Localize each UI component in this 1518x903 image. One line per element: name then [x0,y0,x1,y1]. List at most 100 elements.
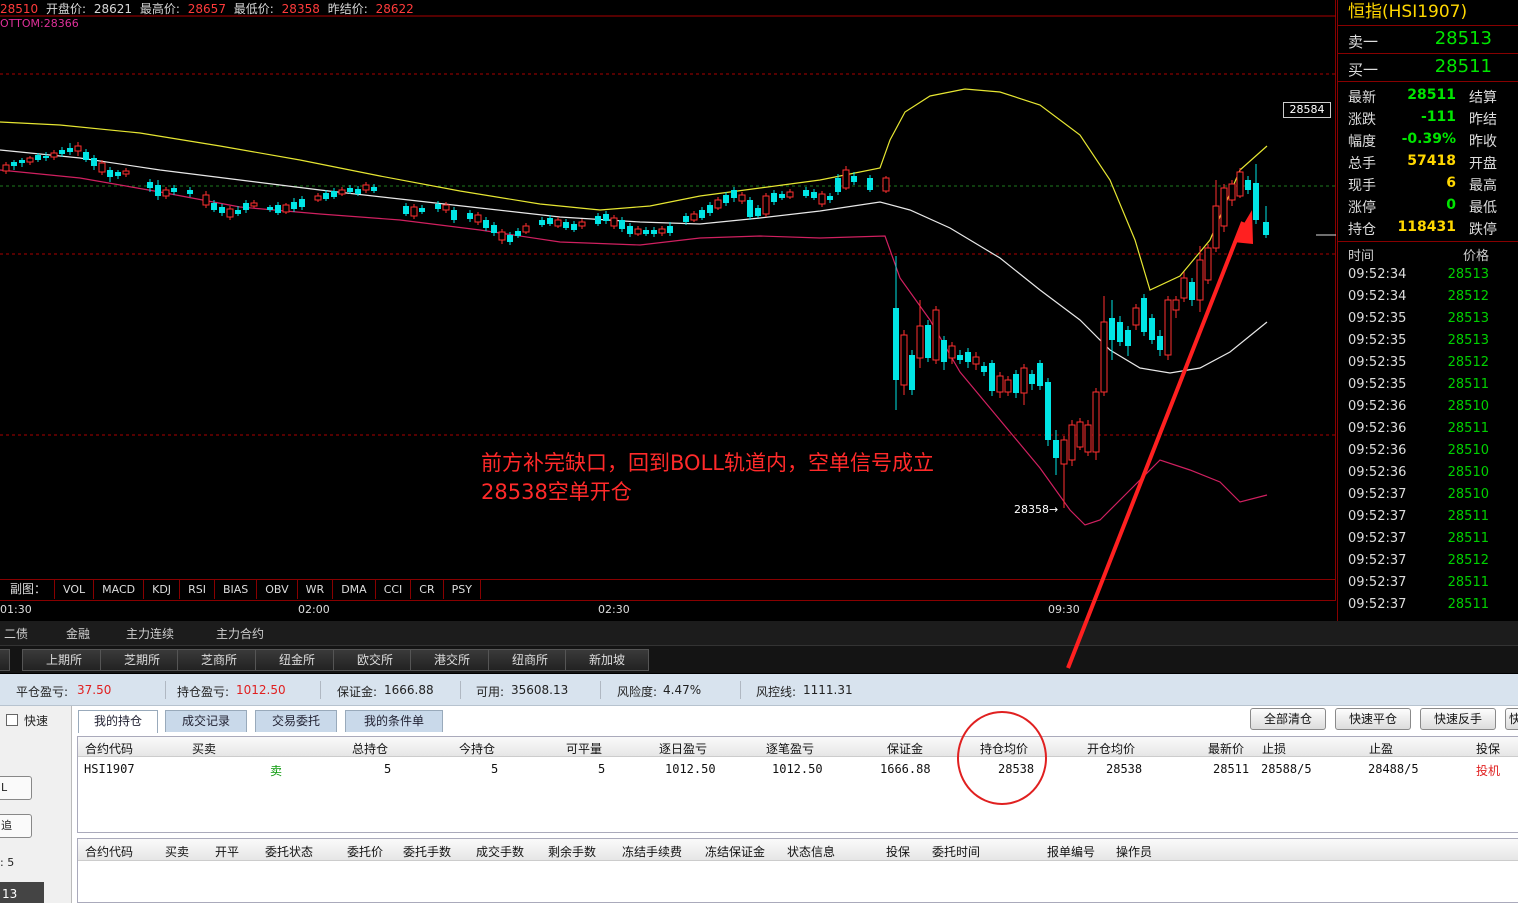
tab-orders[interactable]: 交易委托 [255,710,337,732]
prev-value: 28622 [375,2,414,16]
col-header[interactable]: 成交手数 [476,843,524,860]
indicator-kdj[interactable]: KDJ [144,580,181,599]
indicator-dma[interactable]: DMA [333,580,376,599]
candle-body [547,218,553,224]
stat-label: 涨停 [1348,200,1376,216]
col-header[interactable]: 操作员 [1116,843,1152,860]
price-field[interactable]: 13 [0,882,44,903]
indicator-wr[interactable]: WR [298,580,334,599]
candlestick-chart[interactable]: 28510 开盘价: 28621 最高价: 28657 最低价: 28358 昨… [0,0,1336,600]
stat-value: 57418 [1407,153,1456,169]
stat-label: 涨跌 [1348,112,1376,128]
col-header[interactable]: 逐日盈亏 [659,740,707,757]
col-header[interactable]: 今持仓 [459,740,495,757]
candle-body [909,355,915,390]
indicator-psy[interactable]: PSY [444,580,481,599]
tick-row: 09:52:34 28512 [1338,286,1518,308]
exchange-tab[interactable]: 纽金所 [255,649,339,671]
candle-body [282,204,290,213]
candle-body [747,200,753,217]
candle-body [291,202,297,209]
col-header[interactable]: 止盈 [1369,740,1393,757]
col-header[interactable]: 买卖 [192,740,216,757]
candle-body [50,152,58,158]
col-header[interactable]: 保证金 [887,740,923,757]
col-header[interactable]: 买卖 [165,843,189,860]
orders-table: 合约代码 买卖 开平 委托状态 委托价 委托手数 成交手数 剩余手数 冻结手续费… [77,838,1518,903]
exchange-tab[interactable]: 芝商所 [177,649,261,671]
indicator-bias[interactable]: BIAS [215,580,258,599]
candle-body [1141,298,1147,332]
col-header[interactable]: 委托手数 [403,843,451,860]
exchange-tab[interactable]: 港交所 [410,649,494,671]
candle-body [771,193,777,202]
candle-body [74,145,82,152]
fast-checkbox[interactable] [6,714,18,726]
quick-more-button[interactable]: 快 [1505,708,1518,730]
candle-body [667,226,673,233]
tick-row: 09:52:34 28513 [1338,264,1518,286]
candle-body [957,355,963,360]
tab-positions[interactable]: 我的持仓 [78,710,158,733]
indicator-obv[interactable]: OBV [257,580,298,599]
col-header[interactable]: 合约代码 [85,740,133,757]
exchange-tab[interactable]: 纽商所 [488,649,572,671]
quick-close-button[interactable]: 快速平仓 [1335,708,1411,730]
category-item[interactable]: 二债 [4,625,28,642]
col-header[interactable]: 委托状态 [265,843,313,860]
col-header[interactable]: 冻结保证金 [705,843,765,860]
category-item[interactable]: 金融 [66,625,90,642]
indicator-rsi[interactable]: RSI [180,580,215,599]
col-header[interactable]: 止损 [1262,740,1286,757]
ask-row[interactable]: 卖一 28513 [1338,26,1518,54]
exchange-tab[interactable]: 欧交所 [333,649,417,671]
quick-reverse-button[interactable]: 快速反手 [1420,708,1496,730]
col-header[interactable]: 剩余手数 [548,843,596,860]
exchange-tab[interactable]: 心 [0,649,10,671]
category-item[interactable]: 主力合约 [216,625,264,642]
cell-total: 5 [384,762,392,776]
col-header[interactable]: 委托价 [347,843,383,860]
price-header: 28510 开盘价: 28621 最高价: 28657 最低价: 28358 昨… [0,0,1336,16]
close-all-button[interactable]: 全部清仓 [1250,708,1326,730]
candle-body [619,220,625,229]
col-header[interactable]: 投保 [886,843,910,860]
exchange-tab[interactable]: 新加坡 [565,649,649,671]
indicator-cci[interactable]: CCI [376,580,412,599]
fast-label: 快速 [24,714,49,728]
col-header[interactable]: 总持仓 [352,740,388,757]
col-header[interactable]: 开仓均价 [1087,740,1135,757]
table-row[interactable]: HSI1907 卖 5 5 5 1012.50 1012.50 1666.88 … [78,757,1518,781]
tick-time: 09:52:34 [1348,267,1407,282]
candle-body [331,191,337,197]
order-button[interactable]: L [0,776,32,800]
chase-button[interactable]: 追 [0,814,32,838]
stat-label-2: 昨结 [1469,112,1497,128]
candle-body [67,148,73,152]
hold-pl-label: 持仓盈亏: [177,685,230,699]
exchange-tab[interactable]: 上期所 [22,649,106,671]
candle-body [1092,391,1100,453]
col-header[interactable]: 逐笔盈亏 [766,740,814,757]
quote-panel: 恒指(HSI1907) 卖一 28513 买一 28511 最新 28511 结… [1337,0,1518,621]
col-header[interactable]: 冻结手续费 [622,843,682,860]
col-header[interactable]: 报单编号 [1047,843,1095,860]
col-header[interactable]: 委托时间 [932,843,980,860]
indicator-vol[interactable]: VOL [55,580,95,599]
close-pl-value: 37.50 [77,683,112,697]
candle-body [115,172,121,176]
col-header[interactable]: 最新价 [1208,740,1244,757]
tab-conditional[interactable]: 我的条件单 [345,710,443,732]
indicator-macd[interactable]: MACD [94,580,145,599]
exchange-tab[interactable]: 芝期所 [100,649,184,671]
bid-row[interactable]: 买一 28511 [1338,54,1518,82]
col-header[interactable]: 投保 [1476,740,1500,757]
col-header[interactable]: 状态信息 [787,843,835,860]
candle-body [603,214,609,221]
col-header[interactable]: 开平 [215,843,239,860]
category-item[interactable]: 主力连续 [126,625,174,642]
col-header[interactable]: 合约代码 [85,843,133,860]
indicator-cr[interactable]: CR [411,580,444,599]
col-header[interactable]: 可平量 [566,740,602,757]
tab-trades[interactable]: 成交记录 [165,710,247,732]
